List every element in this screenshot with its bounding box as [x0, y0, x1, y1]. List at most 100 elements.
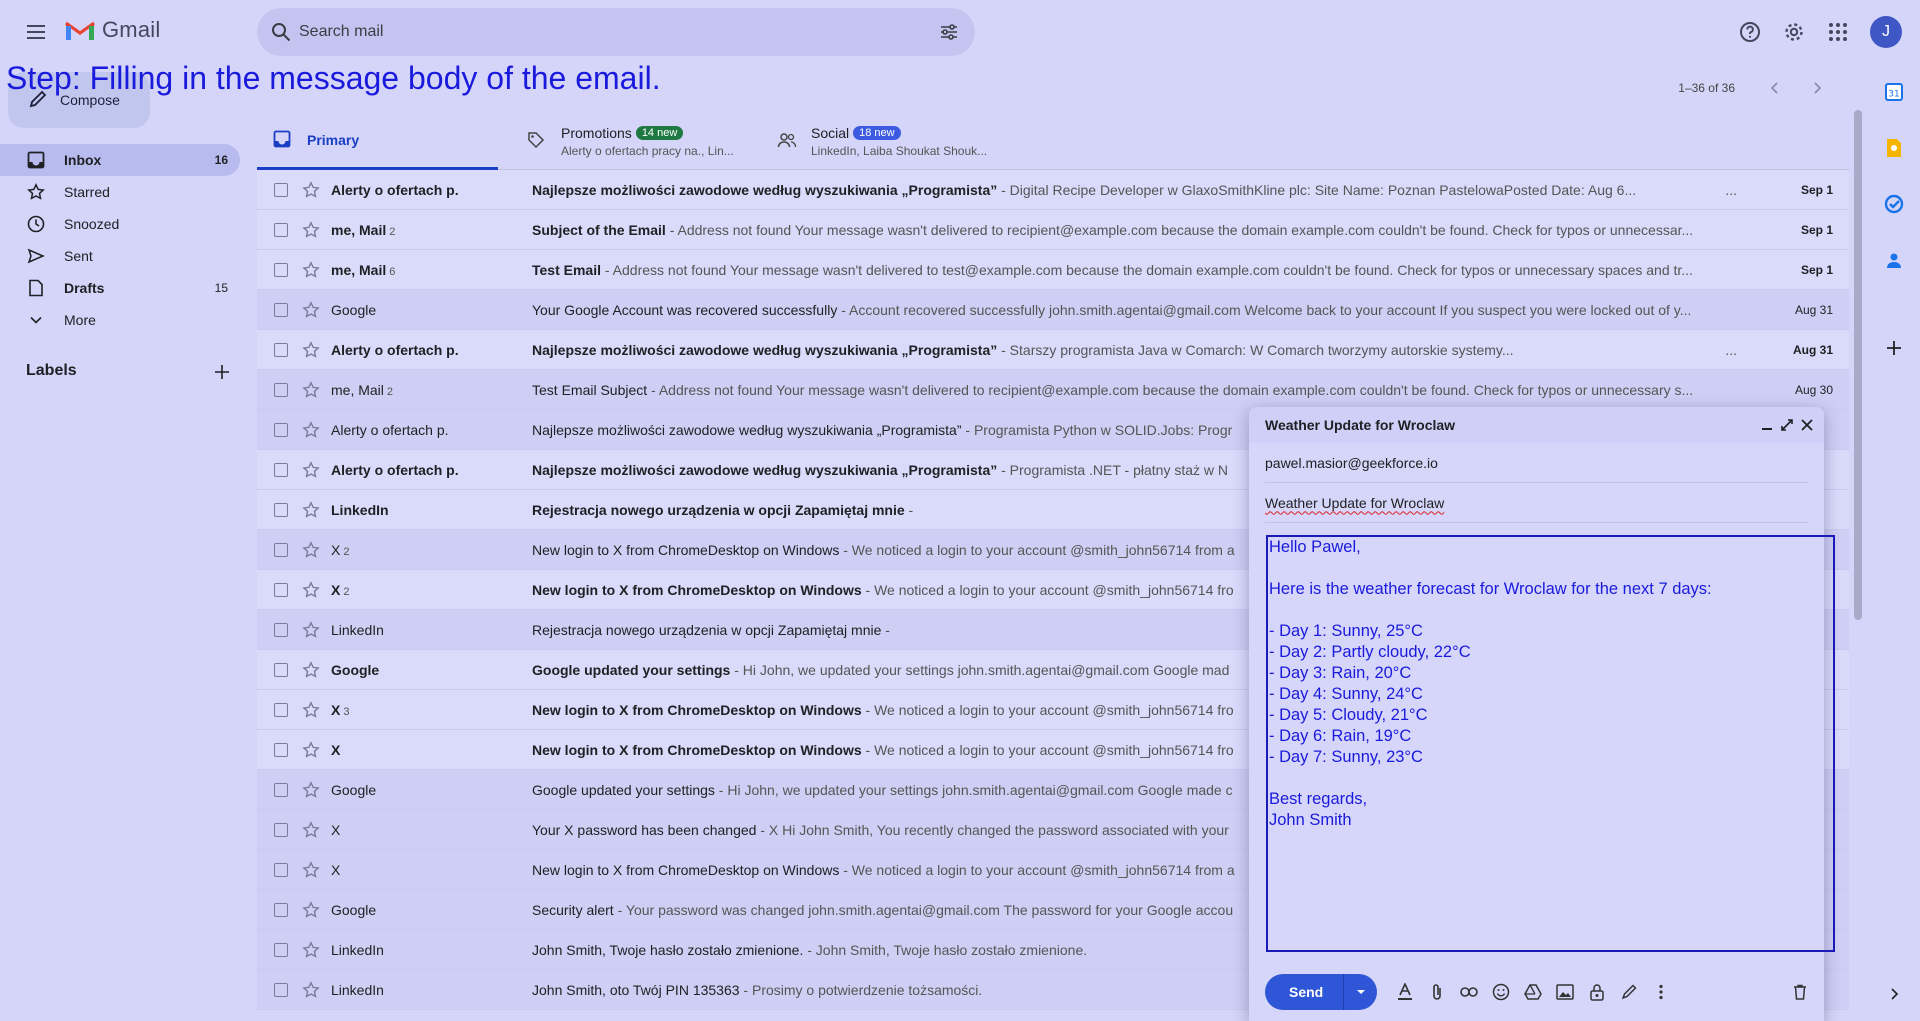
scrollbar[interactable]: [1854, 110, 1862, 620]
search-input[interactable]: [299, 18, 899, 46]
star-icon[interactable]: [302, 940, 320, 959]
row-checkbox[interactable]: [274, 462, 288, 477]
row-checkbox[interactable]: [274, 502, 288, 517]
star-icon[interactable]: [302, 460, 320, 479]
sidebar-item-more[interactable]: More: [0, 304, 240, 336]
search-bar[interactable]: [257, 8, 975, 56]
contacts-icon[interactable]: [1884, 250, 1904, 270]
row-checkbox[interactable]: [274, 742, 288, 757]
sidebar-item-sent[interactable]: Sent: [0, 240, 240, 272]
row-checkbox[interactable]: [274, 262, 288, 277]
star-icon[interactable]: [302, 740, 320, 759]
text-format-icon[interactable]: [1395, 982, 1415, 1002]
sidebar-item-starred[interactable]: Starred: [0, 176, 240, 208]
gmail-logo[interactable]: Gmail: [64, 17, 160, 43]
expand-icon[interactable]: [1778, 416, 1796, 434]
star-icon[interactable]: [302, 260, 320, 279]
email-subject: Google updated your settings: [532, 661, 731, 678]
row-checkbox[interactable]: [274, 662, 288, 677]
row-checkbox[interactable]: [274, 822, 288, 837]
sender-name: Alerty o ofertach p.: [331, 181, 459, 198]
row-checkbox[interactable]: [274, 862, 288, 877]
tab-promotions[interactable]: Promotions 14 new Alerty o ofertach pracy…: [527, 112, 734, 170]
email-row[interactable]: Alerty o ofertach p. Najlepsze możliwości…: [257, 330, 1849, 370]
star-icon[interactable]: [302, 340, 320, 359]
insert-link-icon[interactable]: [1459, 982, 1479, 1002]
row-checkbox[interactable]: [274, 182, 288, 197]
star-icon[interactable]: [302, 180, 320, 199]
star-icon[interactable]: [302, 860, 320, 879]
minimize-icon[interactable]: [1758, 416, 1776, 434]
insert-photo-icon[interactable]: [1555, 982, 1575, 1002]
search-options-icon[interactable]: [937, 20, 961, 44]
chevron-right-icon[interactable]: [1807, 78, 1827, 98]
star-icon[interactable]: [302, 220, 320, 239]
email-row[interactable]: Google Your Google Account was recovered …: [257, 290, 1849, 330]
compose-header[interactable]: Weather Update for Wroclaw: [1249, 407, 1824, 443]
chevron-left-icon[interactable]: [1765, 78, 1785, 98]
calendar-icon[interactable]: 31: [1884, 82, 1904, 102]
star-icon[interactable]: [302, 820, 320, 839]
email-row[interactable]: me, Mail 2 Test Email Subject - Address no…: [257, 370, 1849, 410]
star-icon[interactable]: [302, 980, 320, 999]
email-subject: Security alert: [532, 901, 614, 918]
email-date: Sep 1: [1800, 262, 1833, 277]
star-icon[interactable]: [302, 300, 320, 319]
row-checkbox[interactable]: [274, 422, 288, 437]
star-icon[interactable]: [302, 380, 320, 399]
email-row[interactable]: me, Mail 6 Test Email - Address not found …: [257, 250, 1849, 290]
signature-pen-icon[interactable]: [1619, 982, 1639, 1002]
help-icon[interactable]: [1734, 16, 1766, 48]
close-icon[interactable]: [1798, 416, 1816, 434]
row-checkbox[interactable]: [274, 622, 288, 637]
star-icon[interactable]: [302, 780, 320, 799]
row-checkbox[interactable]: [274, 342, 288, 357]
star-icon[interactable]: [302, 540, 320, 559]
tab-primary[interactable]: Primary: [257, 112, 498, 170]
account-avatar[interactable]: J: [1870, 16, 1902, 48]
main-menu-icon[interactable]: [20, 16, 52, 48]
sidebar-item-inbox[interactable]: Inbox 16: [0, 144, 240, 176]
email-row[interactable]: me, Mail 2 Subject of the Email - Address …: [257, 210, 1849, 250]
confidential-mode-icon[interactable]: [1587, 982, 1607, 1002]
keep-notes-icon[interactable]: [1884, 138, 1904, 158]
discard-draft-icon[interactable]: [1790, 982, 1810, 1002]
row-checkbox[interactable]: [274, 902, 288, 917]
row-checkbox[interactable]: [274, 302, 288, 317]
search-icon[interactable]: [269, 20, 293, 44]
row-checkbox[interactable]: [274, 942, 288, 957]
row-checkbox[interactable]: [274, 782, 288, 797]
email-row[interactable]: Alerty o ofertach p. Najlepsze możliwości…: [257, 170, 1849, 210]
emoji-icon[interactable]: [1491, 982, 1511, 1002]
star-icon[interactable]: [302, 580, 320, 599]
star-icon[interactable]: [302, 660, 320, 679]
row-checkbox[interactable]: [274, 582, 288, 597]
send-button[interactable]: Send: [1265, 984, 1343, 1000]
tasks-icon[interactable]: [1884, 194, 1904, 214]
row-checkbox[interactable]: [274, 542, 288, 557]
message-body-editor[interactable]: Hello Pawel, Here is the weather forecast…: [1266, 535, 1835, 952]
add-addon-icon[interactable]: [1884, 338, 1904, 358]
star-icon[interactable]: [302, 700, 320, 719]
recipients-field[interactable]: pawel.masior@geekforce.io: [1265, 443, 1808, 483]
google-drive-icon[interactable]: [1523, 982, 1543, 1002]
star-icon[interactable]: [302, 620, 320, 639]
sidebar-item-drafts[interactable]: Drafts 15: [0, 272, 240, 304]
sidebar-item-snoozed[interactable]: Snoozed: [0, 208, 240, 240]
subject-field[interactable]: Weather Update for Wroclaw: [1265, 483, 1808, 523]
star-icon[interactable]: [302, 500, 320, 519]
more-options-icon[interactable]: [1651, 982, 1671, 1002]
attach-file-icon[interactable]: [1427, 982, 1447, 1002]
star-icon[interactable]: [302, 900, 320, 919]
settings-gear-icon[interactable]: [1778, 16, 1810, 48]
star-icon[interactable]: [302, 420, 320, 439]
chevron-right-icon[interactable]: [1884, 984, 1904, 1004]
schedule-send-dropdown[interactable]: [1343, 974, 1377, 1010]
tab-social[interactable]: Social 18 new LinkedIn, Laiba Shoukat Sho…: [777, 112, 987, 170]
row-checkbox[interactable]: [274, 222, 288, 237]
apps-grid-icon[interactable]: [1822, 16, 1854, 48]
row-checkbox[interactable]: [274, 382, 288, 397]
row-checkbox[interactable]: [274, 982, 288, 997]
add-label-icon[interactable]: [212, 362, 232, 382]
row-checkbox[interactable]: [274, 702, 288, 717]
